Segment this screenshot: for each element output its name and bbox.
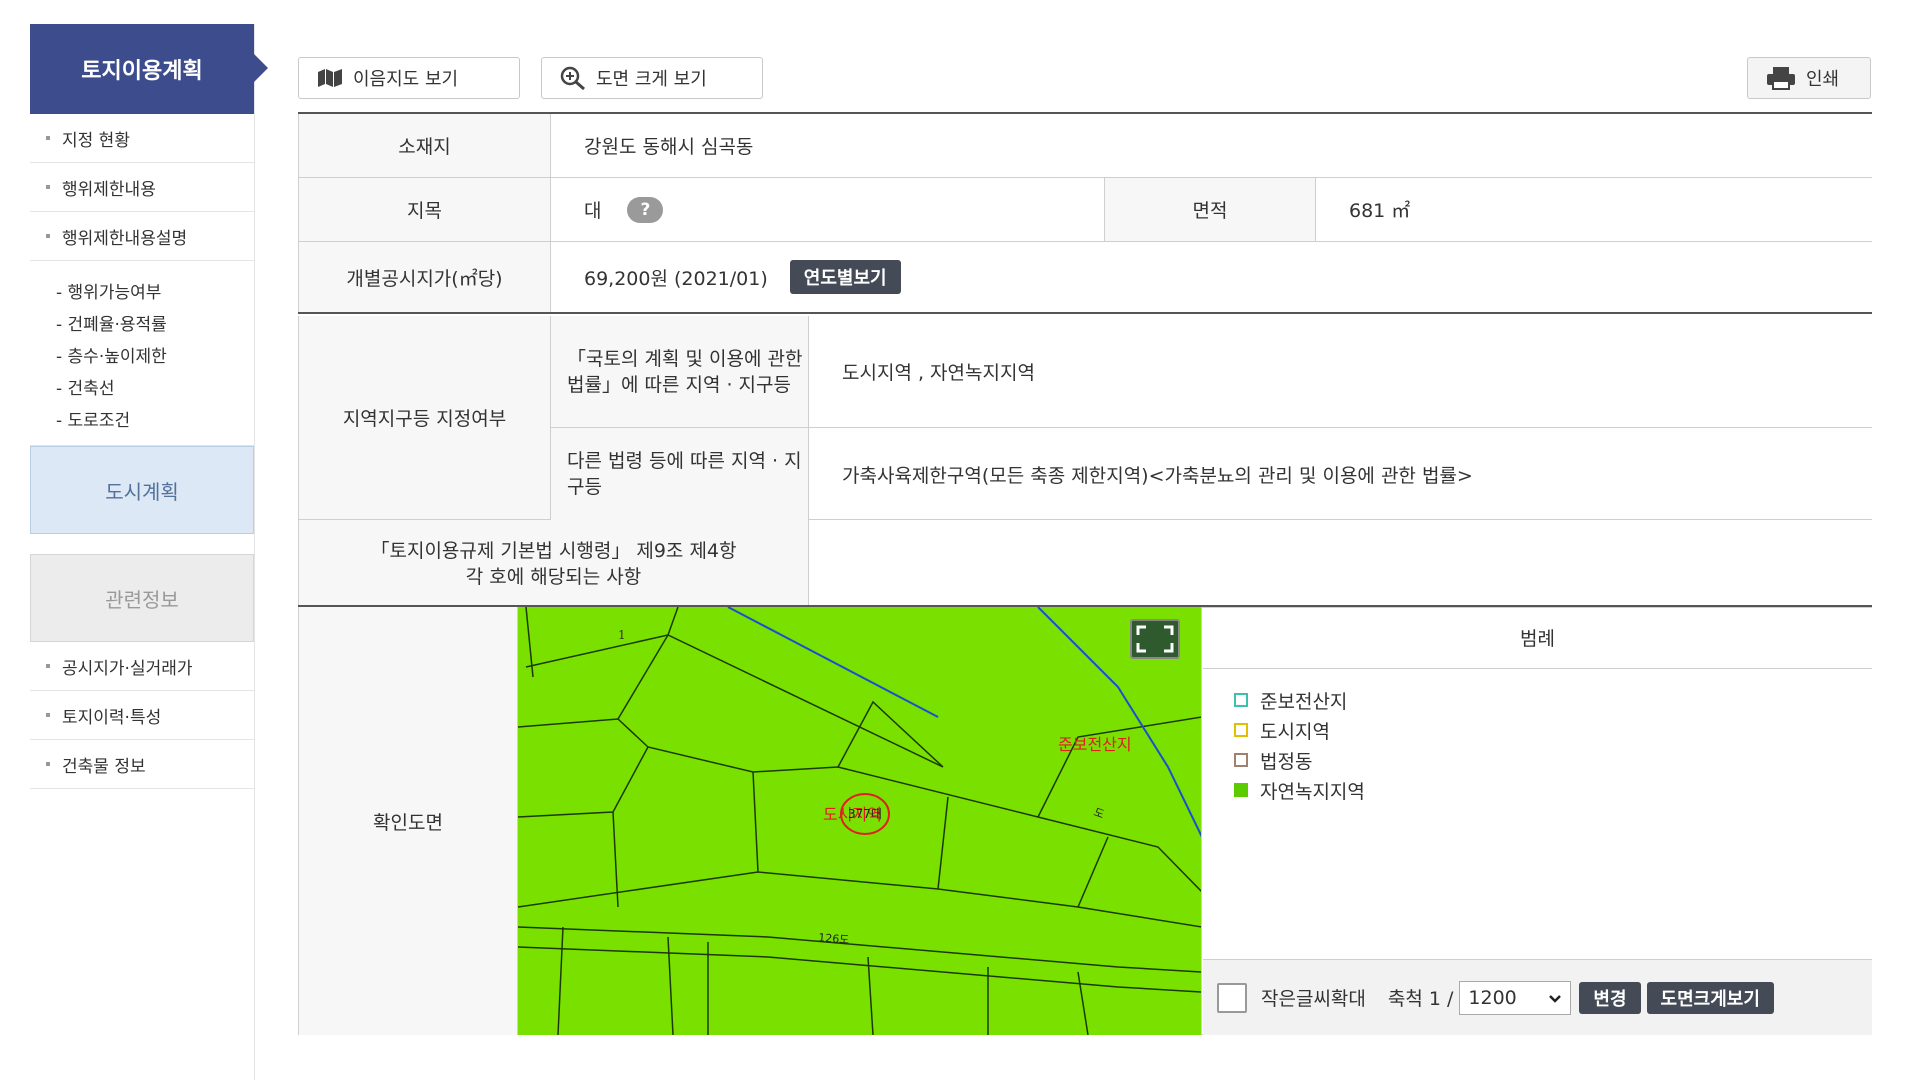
- sidebar: 토지이용계획 지정 현황 행위제한내용 행위제한내용설명 - 행위가능여부 - …: [30, 24, 268, 1080]
- sidebar-sub-item-road[interactable]: - 도로조건: [56, 405, 254, 437]
- small-text-checkbox[interactable]: [1217, 982, 1247, 1013]
- area-value: 681 ㎡: [1349, 200, 1411, 222]
- sidebar-title: 토지이용계획: [30, 24, 268, 114]
- legend-swatch: [1234, 693, 1248, 707]
- parcel-map-drawing: 1 준보전산지 도시지역 377대 도 126도: [518, 607, 1201, 1035]
- sidebar-sub-item-ratio[interactable]: - 건폐율·용적률: [56, 309, 254, 341]
- sidebar-item-land-price[interactable]: 공시지가·실거래가: [30, 642, 254, 691]
- location-value: 강원도 동해시 심곡동: [584, 136, 754, 158]
- bullet-icon: [46, 762, 50, 766]
- sidebar-sub-list: - 행위가능여부 - 건폐율·용적률 - 층수·높이제한 - 건축선 - 도로조…: [30, 261, 254, 446]
- map-label-zone-a: 준보전산지: [1058, 735, 1132, 754]
- regulation-label: 「토지이용규제 기본법 시행령」 제9조 제4항 각 호에 해당되는 사항: [298, 520, 809, 607]
- bullet-icon: [46, 664, 50, 668]
- zone-other-label: 다른 법령 등에 따른 지역 · 지구등: [551, 428, 809, 520]
- help-icon[interactable]: ?: [627, 196, 664, 223]
- regulation-value: [809, 520, 1872, 607]
- zoom-in-icon: [560, 66, 586, 90]
- table-row: 지역지구등 지정여부 「국토의 계획 및 이용에 관한 법률」에 따른 지역 ·…: [298, 316, 1872, 520]
- chevron-down-icon: [1548, 987, 1562, 1009]
- map-label-parcel-main: 377대: [848, 807, 882, 821]
- sidebar-sub-item-building-line[interactable]: - 건축선: [56, 373, 254, 405]
- big-map-button[interactable]: 도면크게보기: [1646, 981, 1774, 1014]
- bullet-icon: [46, 234, 50, 238]
- sidebar-urban-plan[interactable]: 도시계획: [30, 446, 254, 534]
- sidebar-item-designation[interactable]: 지정 현황: [30, 114, 254, 163]
- legend-item: 도시지역: [1234, 715, 1872, 745]
- legend-swatch: [1234, 723, 1248, 737]
- map-controls: 작은글씨확대 축척 1 / 1200 변경 도면크게보기: [1203, 959, 1872, 1035]
- yearly-view-button[interactable]: 연도별보기: [789, 260, 901, 294]
- legend-list: 준보전산지 도시지역 법정동 자연녹지지역: [1203, 669, 1872, 805]
- scale-label: 축척 1 /: [1387, 988, 1454, 1010]
- zone-label: 지역지구등 지정여부: [298, 316, 551, 519]
- jimok-value: 대: [584, 200, 602, 222]
- print-button[interactable]: 인쇄: [1747, 57, 1871, 99]
- zone-law-value: 도시지역 , 자연녹지지역: [809, 316, 1872, 428]
- map-section: 확인도면 1 준보전산지 도시지역 377대 도 126도 범례 준보전산지 도…: [298, 605, 1872, 1035]
- sidebar-item-restriction[interactable]: 행위제한내용: [30, 163, 254, 212]
- legend-swatch: [1234, 783, 1248, 797]
- map-label-parcel-1: 1: [618, 628, 626, 642]
- price-label: 개별공시지가(㎡당): [298, 242, 551, 312]
- legend-panel: 범례 준보전산지 도시지역 법정동 자연녹지지역 작은글씨확대 축척 1 / 1…: [1203, 607, 1872, 1035]
- bullet-icon: [46, 185, 50, 189]
- sidebar-item-restriction-desc[interactable]: 행위제한내용설명: [30, 212, 254, 261]
- enlarge-view-button[interactable]: 도면 크게 보기: [541, 57, 763, 99]
- map-icon: [317, 68, 343, 88]
- sidebar-sub-item-permission[interactable]: - 행위가능여부: [56, 277, 254, 309]
- location-label: 소재지: [298, 114, 551, 177]
- scale-select[interactable]: 1200: [1459, 980, 1572, 1015]
- table-row: 지목 대 ? 면적 681 ㎡: [298, 178, 1872, 242]
- map-label-road-b: 126도: [818, 931, 850, 947]
- change-scale-button[interactable]: 변경: [1579, 981, 1641, 1014]
- jimok-label: 지목: [298, 178, 551, 241]
- sidebar-item-land-history[interactable]: 토지이력·특성: [30, 691, 254, 740]
- legend-item: 자연녹지지역: [1234, 775, 1872, 805]
- zone-other-value: 가축사육제한구역(모든 축종 제한지역)<가축분뇨의 관리 및 이용에 관한 법…: [842, 464, 1473, 487]
- land-info-table: 소재지 강원도 동해시 심곡동 지목 대 ? 면적 681 ㎡ 개별공시지가(㎡…: [298, 112, 1872, 608]
- map-label: 확인도면: [298, 607, 518, 1035]
- small-text-label: 작은글씨확대: [1261, 988, 1366, 1010]
- map-label-road-a: 도: [1092, 806, 1106, 822]
- sidebar-related-info[interactable]: 관련정보: [30, 554, 254, 642]
- table-row: 소재지 강원도 동해시 심곡동: [298, 114, 1872, 178]
- legend-item: 법정동: [1234, 745, 1872, 775]
- printer-icon: [1766, 66, 1796, 90]
- sidebar-item-building-info[interactable]: 건축물 정보: [30, 740, 254, 789]
- table-row: 「토지이용규제 기본법 시행령」 제9조 제4항 각 호에 해당되는 사항: [298, 520, 1872, 608]
- fullscreen-icon[interactable]: [1130, 619, 1180, 659]
- map-view-button[interactable]: 이음지도 보기: [298, 57, 520, 99]
- legend-swatch: [1234, 753, 1248, 767]
- area-label: 면적: [1105, 178, 1316, 241]
- zone-law-label: 「국토의 계획 및 이용에 관한 법률」에 따른 지역 · 지구등: [551, 316, 809, 428]
- bullet-icon: [46, 713, 50, 717]
- legend-title: 범례: [1203, 607, 1872, 669]
- sidebar-sub-item-height[interactable]: - 층수·높이제한: [56, 341, 254, 373]
- table-row: 개별공시지가(㎡당) 69,200원 (2021/01) 연도별보기: [298, 242, 1872, 314]
- legend-item: 준보전산지: [1234, 685, 1872, 715]
- bullet-icon: [46, 136, 50, 140]
- price-value: 69,200원 (2021/01): [584, 267, 768, 290]
- parcel-map[interactable]: 1 준보전산지 도시지역 377대 도 126도: [518, 607, 1202, 1035]
